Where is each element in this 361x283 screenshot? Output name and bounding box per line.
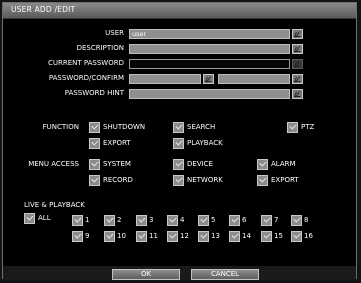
checkbox-channel-4[interactable]: [167, 215, 178, 226]
cancel-button[interactable]: CANCEL: [191, 269, 259, 280]
channel-label-15: 15: [274, 232, 283, 240]
checkbox-channel-2[interactable]: [104, 215, 115, 226]
current-password-field[interactable]: [129, 59, 290, 69]
confirm-password-field[interactable]: [218, 74, 290, 84]
channel-label-16: 16: [304, 232, 313, 240]
ptz-label: PTZ: [301, 123, 315, 131]
ok-button[interactable]: OK: [112, 269, 180, 280]
device-label: DEVICE: [187, 160, 213, 168]
checkbox-device[interactable]: [173, 159, 184, 170]
checkbox-shutdown[interactable]: [89, 122, 100, 133]
system-label: SYSTEM: [103, 160, 131, 168]
checkbox-channel-12[interactable]: [167, 231, 178, 242]
channel-label-12: 12: [180, 232, 189, 240]
alarm-label: ALARM: [271, 160, 296, 168]
menu-access-label: MENU ACCESS: [28, 160, 79, 168]
checkbox-channel-6[interactable]: [229, 215, 240, 226]
export-menu-label: EXPORT: [271, 176, 299, 184]
keyboard-icon-current-password: [292, 59, 303, 69]
keyboard-icon-user[interactable]: [292, 29, 303, 39]
checkbox-channel-7[interactable]: [261, 215, 272, 226]
user-field[interactable]: user: [129, 29, 290, 39]
shutdown-label: SHUTDOWN: [103, 123, 146, 131]
password-hint-label: PASSWORD HINT: [64, 89, 124, 97]
checkbox-system[interactable]: [89, 159, 100, 170]
playback-label: PLAYBACK: [187, 139, 223, 147]
user-label: USER: [105, 29, 124, 37]
dialog-title: USER ADD /EDIT: [11, 5, 76, 14]
password-field[interactable]: [129, 74, 201, 84]
channel-label-6: 6: [242, 216, 247, 224]
checkbox-channel-3[interactable]: [136, 215, 147, 226]
channel-label-1: 1: [85, 216, 90, 224]
current-password-label: CURRENT PASSWORD: [47, 59, 124, 67]
search-label: SEARCH: [187, 123, 216, 131]
channel-label-11: 11: [149, 232, 158, 240]
record-label: RECORD: [103, 176, 133, 184]
checkbox-channel-14[interactable]: [229, 231, 240, 242]
checkbox-export-function[interactable]: [89, 138, 100, 149]
channel-label-14: 14: [242, 232, 251, 240]
channel-label-8: 8: [304, 216, 309, 224]
keyboard-icon-description[interactable]: [292, 44, 303, 54]
checkbox-all-channels[interactable]: [24, 213, 35, 224]
channel-label-13: 13: [211, 232, 220, 240]
checkbox-search[interactable]: [173, 122, 184, 133]
checkbox-channel-8[interactable]: [291, 215, 302, 226]
channel-label-2: 2: [117, 216, 122, 224]
checkbox-channel-13[interactable]: [198, 231, 209, 242]
checkbox-network[interactable]: [173, 175, 184, 186]
checkbox-channel-10[interactable]: [104, 231, 115, 242]
checkbox-channel-1[interactable]: [72, 215, 83, 226]
checkbox-export-menu[interactable]: [257, 175, 268, 186]
description-label: DESCRIPTION: [76, 44, 124, 52]
channel-label-5: 5: [211, 216, 216, 224]
checkbox-alarm[interactable]: [257, 159, 268, 170]
checkbox-channel-11[interactable]: [136, 231, 147, 242]
channel-label-10: 10: [117, 232, 126, 240]
checkbox-record[interactable]: [89, 175, 100, 186]
password-hint-field[interactable]: [129, 89, 290, 99]
channel-label-9: 9: [85, 232, 90, 240]
channel-label-7: 7: [274, 216, 279, 224]
channel-label-3: 3: [149, 216, 154, 224]
live-playback-label: LIVE & PLAYBACK: [24, 201, 85, 209]
title-bar: USER ADD /EDIT: [3, 3, 356, 19]
all-channels-label: ALL: [38, 214, 51, 222]
checkbox-ptz[interactable]: [287, 122, 298, 133]
password-confirm-label: PASSWORD/CONFIRM: [48, 74, 124, 82]
user-add-edit-dialog: USER ADD /EDIT USER user DESCRIPTION CUR…: [2, 2, 357, 280]
network-label: NETWORK: [187, 176, 223, 184]
checkbox-channel-16[interactable]: [291, 231, 302, 242]
description-field[interactable]: [129, 44, 290, 54]
export-function-label: EXPORT: [103, 139, 131, 147]
checkbox-channel-5[interactable]: [198, 215, 209, 226]
channel-label-4: 4: [180, 216, 185, 224]
function-label: FUNCTION: [42, 123, 79, 131]
checkbox-playback[interactable]: [173, 138, 184, 149]
checkbox-channel-9[interactable]: [72, 231, 83, 242]
checkbox-channel-15[interactable]: [261, 231, 272, 242]
keyboard-icon-password-hint[interactable]: [292, 89, 303, 99]
keyboard-icon-confirm[interactable]: [292, 74, 303, 84]
keyboard-icon-password[interactable]: [203, 74, 214, 84]
